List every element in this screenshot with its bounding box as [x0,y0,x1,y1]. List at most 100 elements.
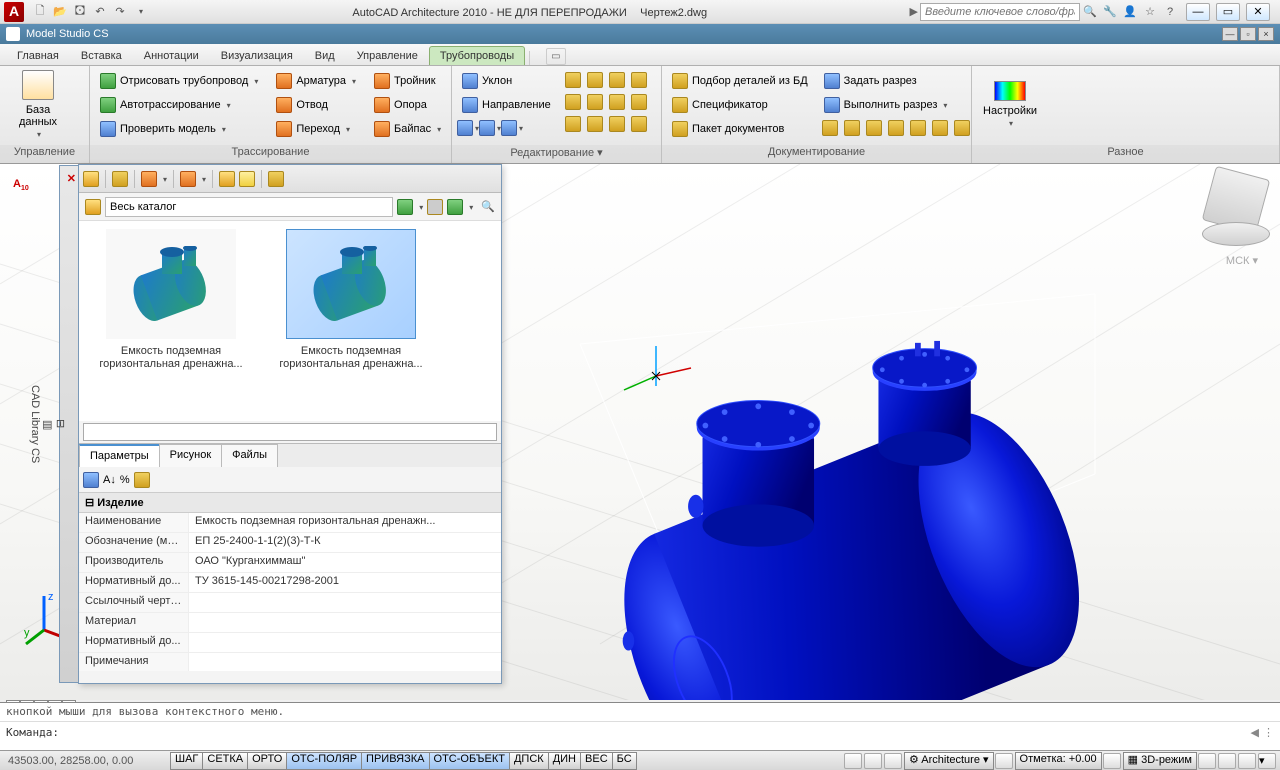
tab-view[interactable]: Вид [304,46,346,65]
prop-percent-icon[interactable]: % [120,474,130,486]
minimize-button[interactable]: — [1186,3,1210,21]
autoroute-button[interactable]: Автотрассирование [96,94,262,116]
status-model-icon[interactable] [844,753,862,769]
qat-undo-icon[interactable]: ↶ [92,4,108,20]
command-input[interactable] [63,726,1247,739]
status-toggle-вес[interactable]: ВЕС [580,752,613,770]
bulb-icon[interactable] [239,171,255,187]
status-toggle-привязка[interactable]: ПРИВЯЗКА [361,752,429,770]
binoculars-icon[interactable]: 🔍 [1082,4,1098,20]
key-icon[interactable]: 🔧 [1102,4,1118,20]
status-misc3-icon[interactable] [1238,753,1256,769]
thumb-item-1[interactable]: Емкость подземная горизонтальная дренажн… [267,229,435,413]
nav-fwd-icon[interactable] [141,171,157,187]
draw-pipeline-button[interactable]: Отрисовать трубопровод [96,70,262,92]
edit-c4[interactable] [629,114,649,134]
docs-pack-button[interactable]: Пакет документов [668,118,812,140]
filter-input[interactable] [83,423,497,441]
prop-value[interactable] [189,593,501,612]
doc-d4[interactable] [886,118,906,138]
status-qview-icon[interactable] [884,753,902,769]
cmd-handle-icon[interactable]: ⋮ [1263,726,1274,739]
highlight-icon[interactable] [180,171,196,187]
panel-edit-label[interactable]: Редактирование ▾ [452,145,661,163]
edit-a4[interactable] [629,70,649,90]
edit-tool-1[interactable] [458,118,478,138]
catalog-refresh-icon[interactable] [447,199,463,215]
status-toggle-дин[interactable]: ДИН [548,752,581,770]
prop-value[interactable] [189,633,501,652]
help-icon[interactable]: ? [1162,4,1178,20]
prop-row[interactable]: Материал [79,613,501,633]
status-toggle-бс[interactable]: БС [612,752,637,770]
tab-visualization[interactable]: Визуализация [210,46,304,65]
edit-c1[interactable] [563,114,583,134]
reducer-button[interactable]: Переход [272,118,360,140]
bypass-button[interactable]: Байпас [370,118,445,140]
database-button[interactable]: База данных [6,70,70,140]
edit-b1[interactable] [563,92,583,112]
cmd-left-icon[interactable]: ◀ [1251,726,1259,739]
child-restore-button[interactable]: ▫ [1240,27,1256,41]
status-toggle-дпск[interactable]: ДПСК [509,752,549,770]
thumb-item-0[interactable]: Емкость подземная горизонтальная дренажн… [87,229,255,413]
status-toggle-отс-объект[interactable]: ОТС-ОБЪЕКТ [429,752,510,770]
tee-button[interactable]: Тройник [370,70,445,92]
qat-new-icon[interactable]: 🗋 [32,4,48,20]
qat-more-icon[interactable] [132,4,148,20]
status-toggle-отс-поляр[interactable]: ОТС-ПОЛЯР [286,752,362,770]
child-close-button[interactable]: × [1258,27,1274,41]
tab-parameters[interactable]: Параметры [79,444,160,467]
status-lock-icon[interactable] [995,753,1013,769]
settings-button[interactable]: Настройки [978,70,1042,140]
status-toggle-орто[interactable]: ОРТО [247,752,287,770]
close-button[interactable]: ✕ [1246,3,1270,21]
qat-redo-icon[interactable]: ↷ [112,4,128,20]
edit-a1[interactable] [563,70,583,90]
edit-b2[interactable] [585,92,605,112]
tab-annotations[interactable]: Аннотации [133,46,210,65]
status-layout-icon[interactable] [864,753,882,769]
palette-pin-icon[interactable]: ⊟ [54,176,67,672]
edit-b4[interactable] [629,92,649,112]
prop-row[interactable]: Примечания [79,653,501,671]
ribbon-minimize-button[interactable]: ▭ [546,48,565,65]
app-logo-icon[interactable] [4,2,24,22]
doc-d2[interactable] [842,118,862,138]
edit-tool-2[interactable] [480,118,500,138]
tab-drawing[interactable]: Рисунок [159,444,223,467]
tab-insert[interactable]: Вставка [70,46,133,65]
tab-home[interactable]: Главная [6,46,70,65]
prop-category[interactable]: ⊟ Изделие [79,493,501,513]
status-toggle-шаг[interactable]: ШАГ [170,752,203,770]
edit-a2[interactable] [585,70,605,90]
favorite-icon[interactable]: ☆ [1142,4,1158,20]
prop-row[interactable]: НаименованиеЕмкость подземная горизонтал… [79,513,501,533]
direction-button[interactable]: Направление [458,94,555,116]
prop-value[interactable]: Емкость подземная горизонтальная дренажн… [189,513,501,532]
doc-d5[interactable] [908,118,928,138]
check-model-button[interactable]: Проверить модель [96,118,262,140]
edit-c3[interactable] [607,114,627,134]
status-misc2-icon[interactable] [1218,753,1236,769]
help-search-input[interactable] [920,3,1080,21]
prop-row[interactable]: Ссылочный чертеж [79,593,501,613]
prop-row[interactable]: Нормативный до...ТУ 3615-145-00217298-20… [79,573,501,593]
prop-value[interactable]: ТУ 3615-145-00217298-2001 [189,573,501,592]
child-min-button[interactable]: — [1222,27,1238,41]
prop-sort-icon[interactable]: A↓ [103,474,116,486]
palette-close-icon[interactable]: ✕ [67,172,76,185]
palette-menu-icon[interactable]: ▤ [41,176,54,672]
palette-spine[interactable]: ✕ ⊟ ▤ CAD Library CS A10 [59,165,79,683]
coordinates[interactable]: 43503.00, 28258.00, 0.00 [0,755,170,767]
find-icon[interactable] [219,171,235,187]
catalog-dropdown[interactable]: Весь каталог [105,197,393,217]
copy-icon[interactable] [112,171,128,187]
prop-row[interactable]: Нормативный до... [79,633,501,653]
tab-piping[interactable]: Трубопроводы [429,46,525,65]
valve-button[interactable]: Арматура [272,70,360,92]
pick-parts-button[interactable]: Подбор деталей из БД [668,70,812,92]
set-section-button[interactable]: Задать разрез [820,70,972,92]
qat-open-icon[interactable]: 📂 [52,4,68,20]
slope-button[interactable]: Уклон [458,70,555,92]
